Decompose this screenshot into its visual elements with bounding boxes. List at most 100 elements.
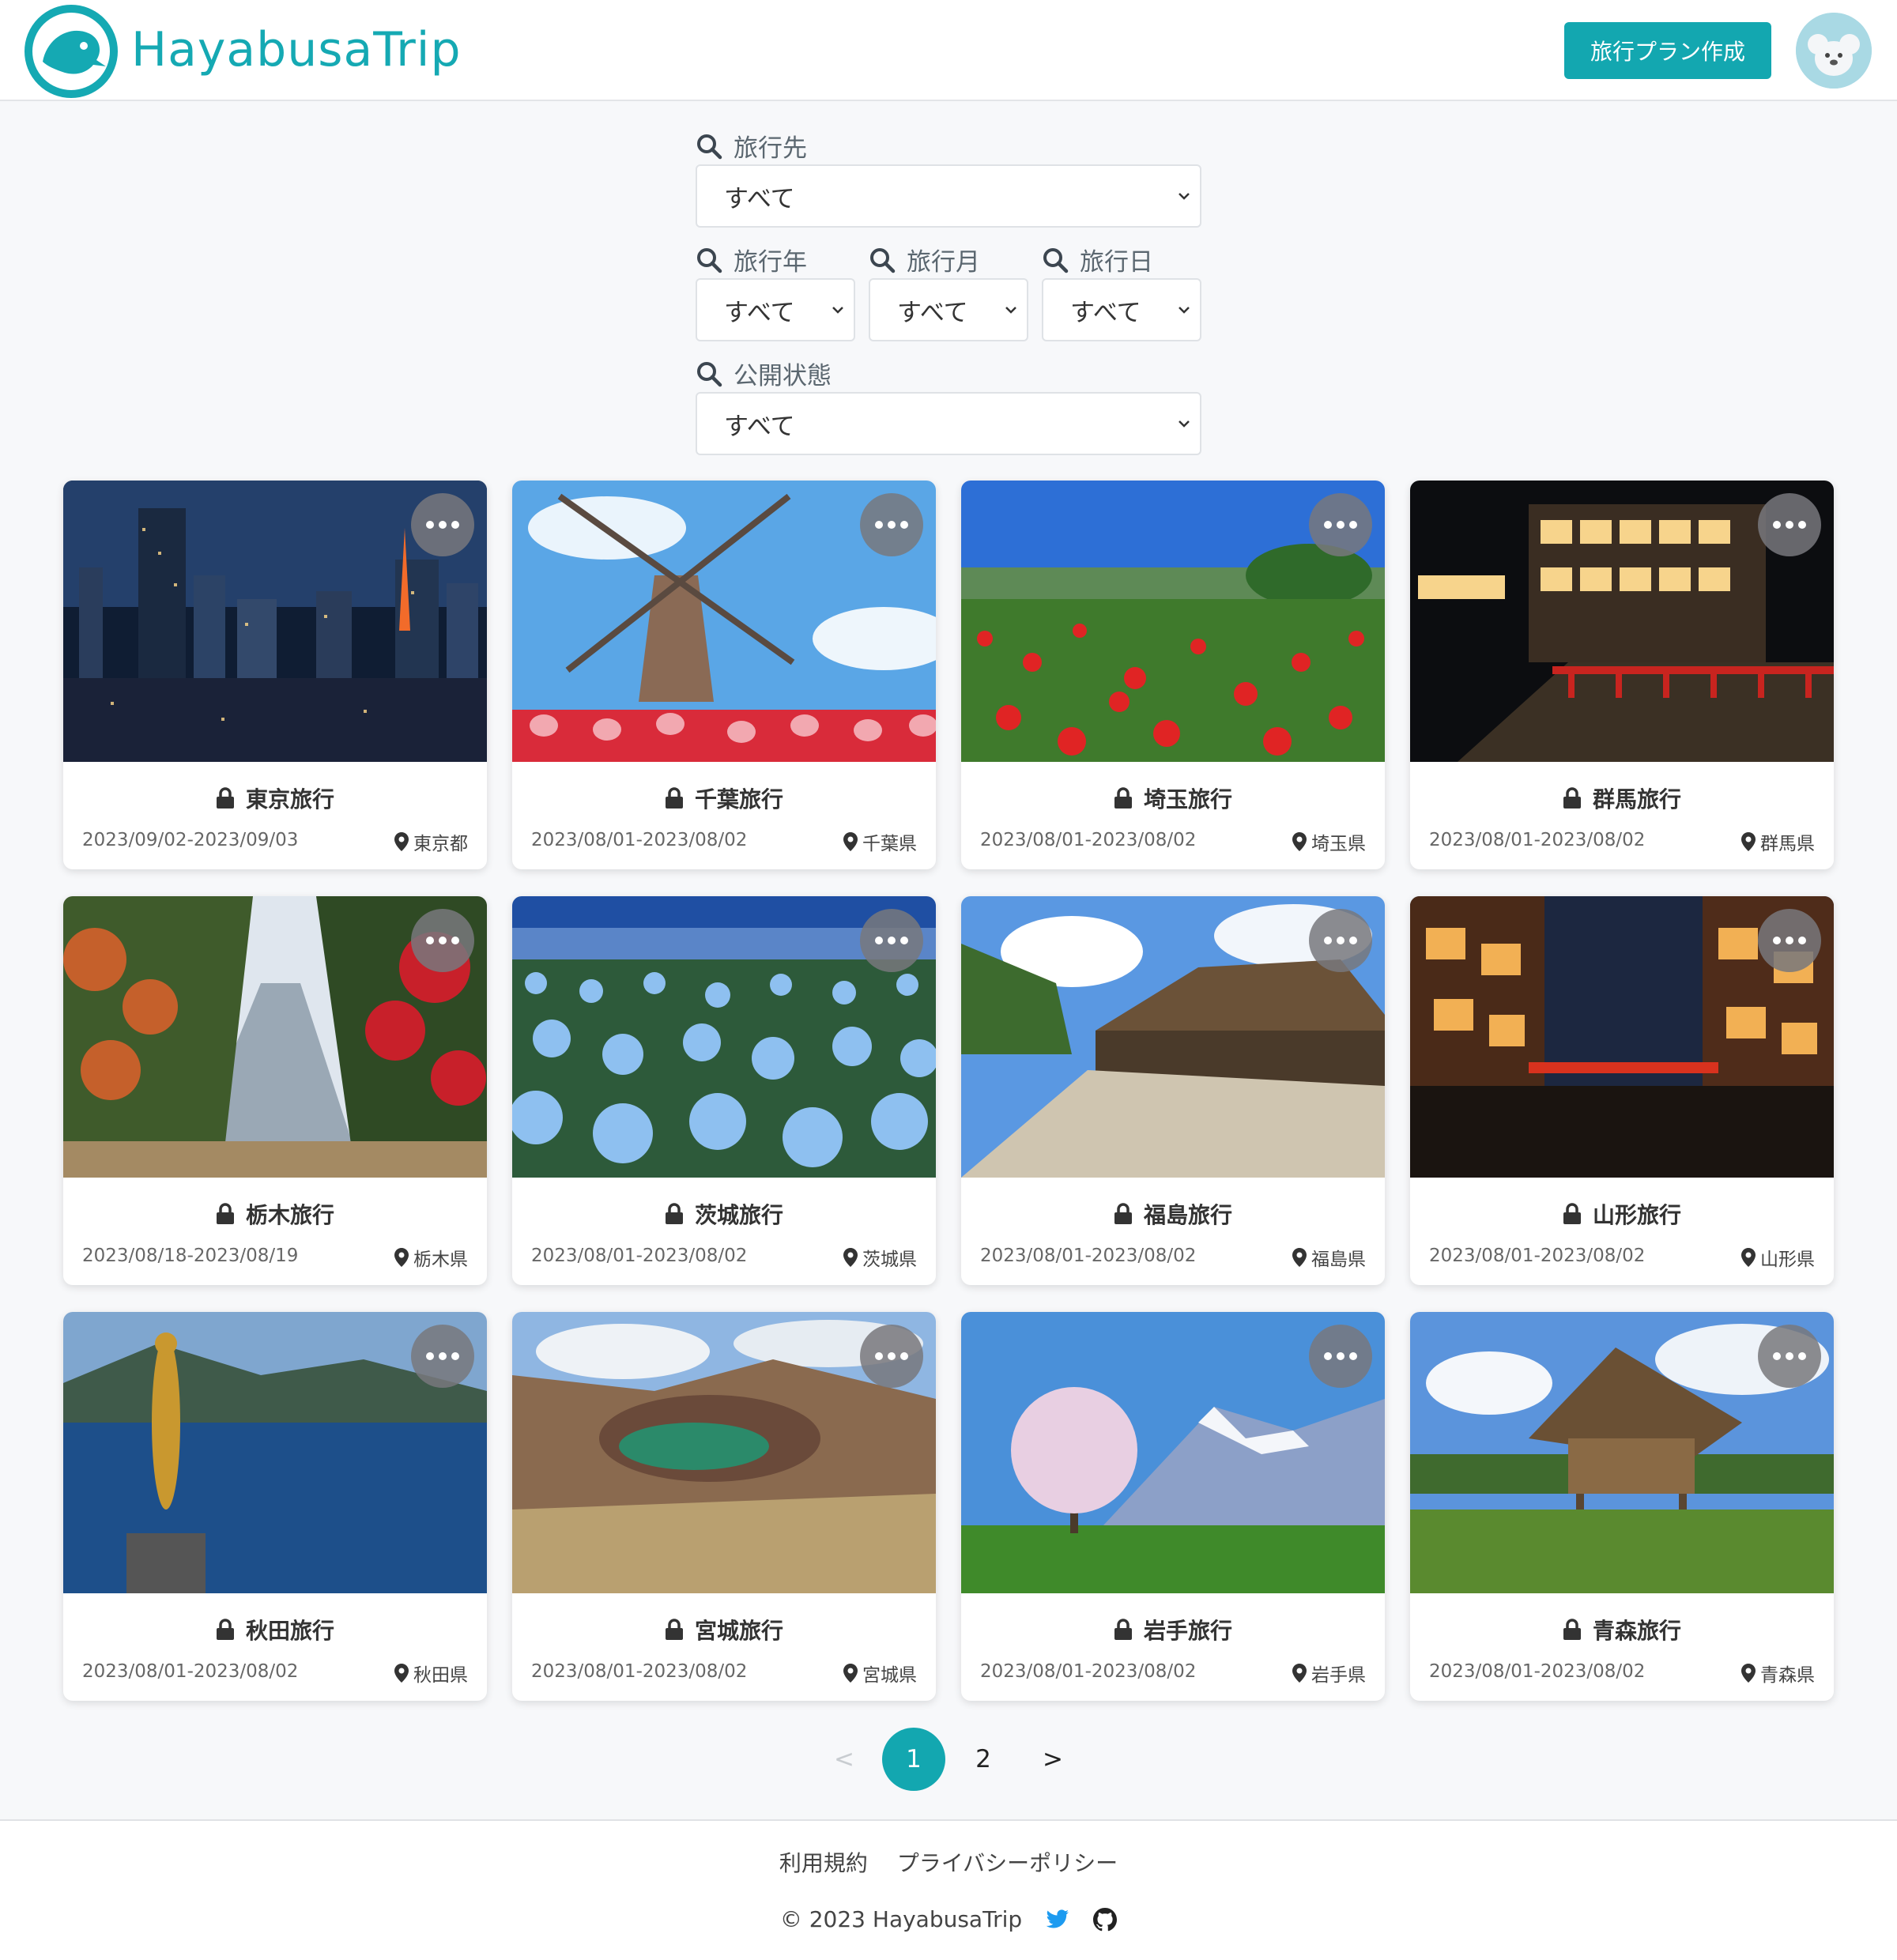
trip-dates: 2023/09/02-2023/09/03 — [82, 830, 299, 850]
trip-dates: 2023/08/01-2023/08/02 — [531, 1246, 748, 1266]
trip-card[interactable]: 山形旅行 2023/08/01-2023/08/02 山形県 — [1410, 896, 1834, 1285]
trip-card[interactable]: 福島旅行 2023/08/01-2023/08/02 福島県 — [961, 896, 1385, 1285]
more-options-button[interactable] — [1309, 909, 1372, 972]
trip-dates: 2023/08/01-2023/08/02 — [82, 1661, 299, 1682]
map-pin-icon — [394, 1664, 409, 1683]
site-footer — [0, 1819, 1897, 1960]
trip-prefecture: 山形県 — [1741, 1244, 1815, 1271]
search-icon — [697, 361, 722, 386]
chevron-down-icon — [1179, 307, 1190, 314]
trip-title[interactable]: 千葉旅行 — [512, 782, 936, 814]
logo-text[interactable]: HayabusaTrip — [131, 22, 462, 77]
map-pin-icon — [843, 832, 858, 851]
trip-prefecture: 東京都 — [394, 828, 468, 855]
trip-prefecture: 青森県 — [1741, 1660, 1815, 1687]
trip-card[interactable]: 岩手旅行 2023/08/01-2023/08/02 岩手県 — [961, 1312, 1385, 1701]
more-options-button[interactable] — [1309, 1325, 1372, 1388]
trip-title[interactable]: 茨城旅行 — [512, 1198, 936, 1230]
month-filter-label: 旅行月 — [869, 242, 980, 277]
footer-links: 利用規約 プライバシーポリシー — [0, 1846, 1897, 1878]
map-pin-icon — [394, 1248, 409, 1267]
trip-title[interactable]: 東京旅行 — [63, 782, 487, 814]
map-pin-icon — [394, 832, 409, 851]
trip-dates: 2023/08/01-2023/08/02 — [1429, 1246, 1646, 1266]
lock-icon — [1114, 1619, 1132, 1640]
map-pin-icon — [1292, 832, 1307, 851]
copyright-text: © 2023 HayabusaTrip — [779, 1906, 1023, 1932]
trip-prefecture: 宮城県 — [843, 1660, 917, 1687]
trip-title[interactable]: 秋田旅行 — [63, 1614, 487, 1645]
trip-title[interactable]: 山形旅行 — [1410, 1198, 1834, 1230]
map-pin-icon — [1292, 1664, 1307, 1683]
trip-card[interactable]: 茨城旅行 2023/08/01-2023/08/02 茨城県 — [512, 896, 936, 1285]
more-options-button[interactable] — [1758, 493, 1821, 556]
page-2-button[interactable]: 2 — [952, 1728, 1015, 1791]
terms-link[interactable]: 利用規約 — [779, 1850, 868, 1876]
visibility-filter-label: 公開状態 — [696, 356, 832, 391]
trip-dates: 2023/08/01-2023/08/02 — [1429, 1661, 1646, 1682]
map-pin-icon — [843, 1248, 858, 1267]
lock-icon — [216, 1619, 234, 1640]
map-pin-icon — [1741, 1248, 1756, 1267]
logo-icon[interactable] — [24, 5, 119, 98]
trip-dates: 2023/08/01-2023/08/02 — [1429, 830, 1646, 850]
trip-card[interactable]: 東京旅行 2023/09/02-2023/09/03 東京都 — [63, 481, 487, 869]
trip-card[interactable]: 千葉旅行 2023/08/01-2023/08/02 千葉県 — [512, 481, 936, 869]
next-page-button[interactable]: > — [1021, 1728, 1084, 1791]
trip-prefecture: 埼玉県 — [1292, 828, 1366, 855]
trip-title[interactable]: 宮城旅行 — [512, 1614, 936, 1645]
more-options-button[interactable] — [411, 909, 474, 972]
trip-card[interactable]: 宮城旅行 2023/08/01-2023/08/02 宮城県 — [512, 1312, 936, 1701]
year-select[interactable]: すべて — [696, 278, 855, 341]
lock-icon — [216, 1203, 234, 1224]
month-select[interactable]: すべて — [869, 278, 1028, 341]
destination-select[interactable]: すべて — [696, 164, 1201, 228]
more-options-button[interactable] — [1309, 493, 1372, 556]
more-options-button[interactable] — [860, 1325, 923, 1388]
trip-title[interactable]: 埼玉旅行 — [961, 782, 1385, 814]
lock-icon — [665, 1619, 683, 1640]
more-options-button[interactable] — [860, 493, 923, 556]
more-options-button[interactable] — [411, 493, 474, 556]
destination-filter-label: 旅行先 — [696, 128, 807, 164]
trip-prefecture: 岩手県 — [1292, 1660, 1366, 1687]
avatar[interactable] — [1796, 13, 1872, 89]
chevron-down-icon — [1179, 193, 1190, 200]
visibility-select[interactable]: すべて — [696, 392, 1201, 455]
day-filter-label: 旅行日 — [1042, 242, 1153, 277]
more-options-button[interactable] — [1758, 909, 1821, 972]
trip-title[interactable]: 栃木旅行 — [63, 1198, 487, 1230]
github-icon[interactable] — [1093, 1907, 1118, 1932]
chevron-down-icon — [832, 307, 843, 314]
create-plan-button[interactable]: 旅行プラン作成 — [1564, 22, 1771, 79]
lock-icon — [1563, 1203, 1581, 1224]
more-options-button[interactable] — [1758, 1325, 1821, 1388]
privacy-link[interactable]: プライバシーポリシー — [897, 1850, 1118, 1876]
trip-title[interactable]: 岩手旅行 — [961, 1614, 1385, 1645]
prev-page-button[interactable]: < — [813, 1728, 876, 1791]
trip-title[interactable]: 群馬旅行 — [1410, 782, 1834, 814]
chevron-down-icon — [1179, 420, 1190, 428]
trip-prefecture: 群馬県 — [1741, 828, 1815, 855]
trip-title[interactable]: 青森旅行 — [1410, 1614, 1834, 1645]
trip-title[interactable]: 福島旅行 — [961, 1198, 1385, 1230]
search-icon — [1043, 247, 1069, 273]
lock-icon — [665, 1203, 683, 1224]
trip-card[interactable]: 秋田旅行 2023/08/01-2023/08/02 秋田県 — [63, 1312, 487, 1701]
page-1-button[interactable]: 1 — [882, 1728, 945, 1791]
trip-card[interactable]: 群馬旅行 2023/08/01-2023/08/02 群馬県 — [1410, 481, 1834, 869]
lock-icon — [216, 787, 234, 808]
trip-dates: 2023/08/01-2023/08/02 — [980, 1246, 1197, 1266]
twitter-icon[interactable] — [1046, 1909, 1069, 1930]
chevron-down-icon — [1005, 307, 1016, 314]
trip-prefecture: 福島県 — [1292, 1244, 1366, 1271]
day-select[interactable]: すべて — [1042, 278, 1201, 341]
trip-card[interactable]: 埼玉旅行 2023/08/01-2023/08/02 埼玉県 — [961, 481, 1385, 869]
trip-prefecture: 茨城県 — [843, 1244, 917, 1271]
trip-card[interactable]: 栃木旅行 2023/08/18-2023/08/19 栃木県 — [63, 896, 487, 1285]
more-options-button[interactable] — [860, 909, 923, 972]
more-options-button[interactable] — [411, 1325, 474, 1388]
trip-card[interactable]: 青森旅行 2023/08/01-2023/08/02 青森県 — [1410, 1312, 1834, 1701]
lock-icon — [1563, 787, 1581, 808]
site-header: HayabusaTrip 旅行プラン作成 — [0, 0, 1897, 101]
